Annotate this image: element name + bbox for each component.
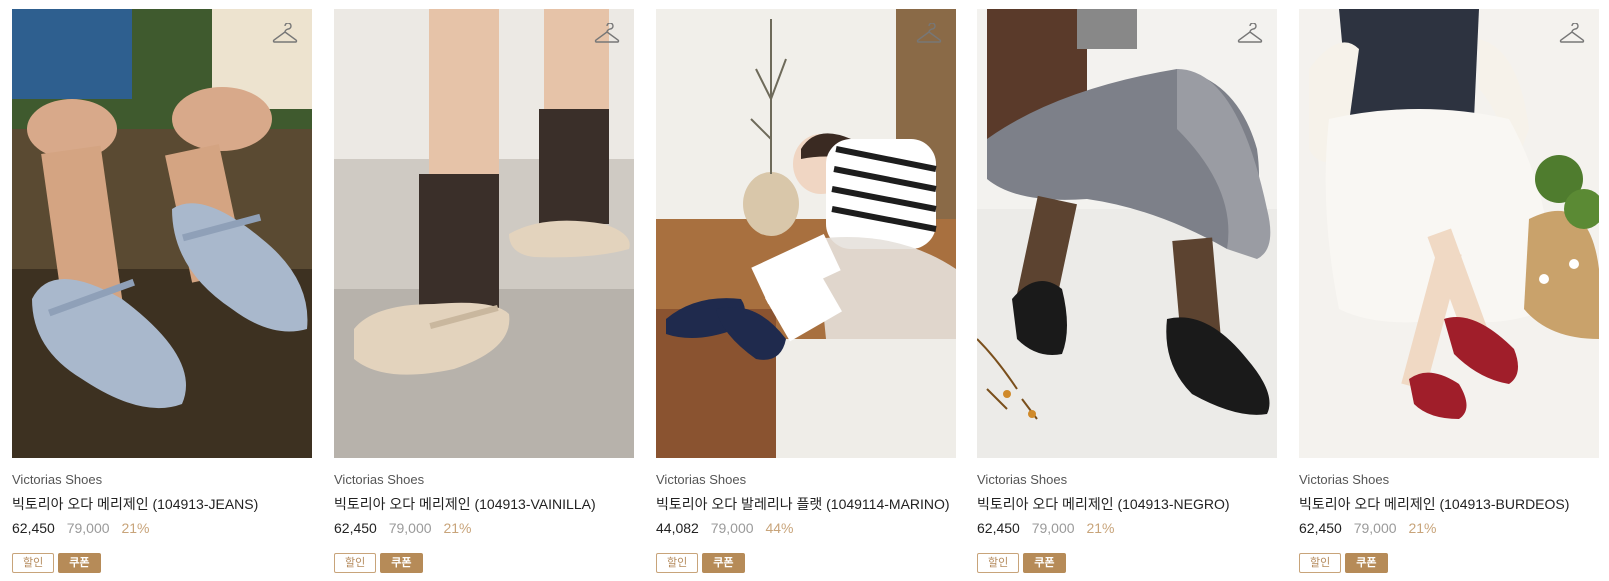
brand-name[interactable]: Victorias Shoes	[1299, 472, 1599, 488]
product-title[interactable]: 빅토리아 오다 메리제인 (104913-NEGRO)	[977, 495, 1277, 513]
product-photo	[1299, 9, 1599, 458]
price-row: 62,450 79,000 21%	[1299, 519, 1599, 537]
original-price: 79,000	[66, 520, 110, 536]
product-title[interactable]: 빅토리아 오다 메리제인 (104913-BURDEOS)	[1299, 495, 1599, 513]
product-title[interactable]: 빅토리아 오다 메리제인 (104913-VAINILLA)	[334, 495, 634, 513]
coupon-tag: 쿠폰	[380, 553, 423, 573]
brand-name[interactable]: Victorias Shoes	[656, 472, 956, 488]
product-photo	[334, 9, 634, 458]
sale-price: 62,450	[334, 520, 377, 536]
price-row: 62,450 79,000 21%	[977, 519, 1277, 537]
sale-tag: 할인	[656, 553, 699, 573]
hanger-icon[interactable]	[594, 23, 620, 45]
coupon-tag: 쿠폰	[702, 553, 745, 573]
product-image[interactable]	[12, 9, 312, 458]
sale-tag: 할인	[334, 553, 377, 573]
product-photo	[656, 9, 956, 458]
sale-price: 62,450	[12, 520, 55, 536]
product-card[interactable]: Victorias Shoes 빅토리아 오다 메리제인 (104913-JEA…	[12, 9, 312, 573]
discount-rate: 21%	[1408, 520, 1437, 536]
hanger-icon[interactable]	[1559, 23, 1585, 45]
tag-list: 할인 쿠폰	[12, 553, 312, 573]
hanger-icon[interactable]	[1237, 23, 1263, 45]
product-image[interactable]	[656, 9, 956, 458]
sale-tag: 할인	[977, 553, 1020, 573]
tag-list: 할인 쿠폰	[1299, 553, 1599, 573]
hanger-icon[interactable]	[272, 23, 298, 45]
brand-name[interactable]: Victorias Shoes	[977, 472, 1277, 488]
product-grid: Victorias Shoes 빅토리아 오다 메리제인 (104913-JEA…	[0, 0, 1609, 581]
brand-name[interactable]: Victorias Shoes	[12, 472, 312, 488]
sale-price: 44,082	[656, 520, 699, 536]
product-card[interactable]: Victorias Shoes 빅토리아 오다 메리제인 (104913-NEG…	[977, 9, 1277, 573]
original-price: 79,000	[388, 520, 432, 536]
sale-tag: 할인	[1299, 553, 1342, 573]
sale-tag: 할인	[12, 553, 55, 573]
tag-list: 할인 쿠폰	[656, 553, 956, 573]
discount-rate: 44%	[765, 520, 794, 536]
product-title[interactable]: 빅토리아 오다 메리제인 (104913-JEANS)	[12, 495, 312, 513]
product-card[interactable]: Victorias Shoes 빅토리아 오다 발레리나 플랫 (1049114…	[656, 9, 956, 573]
product-image[interactable]	[334, 9, 634, 458]
discount-rate: 21%	[121, 520, 150, 536]
original-price: 79,000	[1031, 520, 1075, 536]
sale-price: 62,450	[1299, 520, 1342, 536]
product-image[interactable]	[977, 9, 1277, 458]
discount-rate: 21%	[443, 520, 472, 536]
tag-list: 할인 쿠폰	[977, 553, 1277, 573]
price-row: 62,450 79,000 21%	[334, 519, 634, 537]
coupon-tag: 쿠폰	[1345, 553, 1388, 573]
original-price: 79,000	[710, 520, 754, 536]
product-card[interactable]: Victorias Shoes 빅토리아 오다 메리제인 (104913-BUR…	[1299, 9, 1599, 573]
product-card[interactable]: Victorias Shoes 빅토리아 오다 메리제인 (104913-VAI…	[334, 9, 634, 573]
tag-list: 할인 쿠폰	[334, 553, 634, 573]
coupon-tag: 쿠폰	[58, 553, 101, 573]
hanger-icon[interactable]	[916, 23, 942, 45]
price-row: 44,082 79,000 44%	[656, 519, 956, 537]
original-price: 79,000	[1353, 520, 1397, 536]
product-photo	[12, 9, 312, 458]
discount-rate: 21%	[1086, 520, 1115, 536]
product-title[interactable]: 빅토리아 오다 발레리나 플랫 (1049114-MARINO)	[656, 495, 956, 513]
sale-price: 62,450	[977, 520, 1020, 536]
product-photo	[977, 9, 1277, 458]
brand-name[interactable]: Victorias Shoes	[334, 472, 634, 488]
product-image[interactable]	[1299, 9, 1599, 458]
coupon-tag: 쿠폰	[1023, 553, 1066, 573]
price-row: 62,450 79,000 21%	[12, 519, 312, 537]
